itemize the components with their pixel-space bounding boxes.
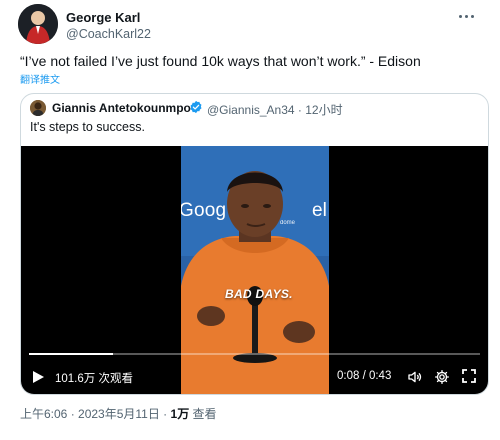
quoted-text: It's steps to success.: [30, 120, 145, 134]
progress-bar[interactable]: [29, 353, 480, 355]
tweet-timestamp[interactable]: 上午6:06 · 2023年5月11日 ·: [20, 407, 171, 421]
quoted-author-name[interactable]: Giannis Antetokounmpo: [52, 101, 191, 115]
view-stat-label: 查看: [189, 407, 217, 421]
author-name[interactable]: George Karl: [66, 10, 140, 25]
quoted-tweet-card[interactable]: Giannis Antetokounmpo @Giannis_An34 · 12…: [20, 93, 489, 395]
gear-icon[interactable]: [434, 369, 450, 385]
translate-link[interactable]: 翻译推文: [20, 71, 60, 86]
tweet-text: “I’ve not failed I’ve just found 10k way…: [20, 53, 421, 69]
volume-icon[interactable]: [407, 369, 423, 385]
author-handle[interactable]: @CoachKarl22: [66, 27, 151, 41]
verified-icon: [190, 100, 202, 114]
video-time: 0:08 / 0:43: [337, 370, 392, 382]
video-frame: Goog el dome BAD DAYS.: [181, 146, 329, 394]
progress-fill: [29, 353, 113, 355]
quoted-author-avatar[interactable]: [30, 100, 46, 116]
quoted-avatar-image: [30, 100, 46, 116]
video-caption: BAD DAYS.: [225, 287, 293, 301]
play-icon[interactable]: [31, 370, 45, 384]
tweet-meta: 上午6:06 · 2023年5月11日 · 1万 查看: [20, 405, 217, 422]
author-avatar[interactable]: [18, 4, 58, 44]
fullscreen-icon[interactable]: [462, 369, 476, 383]
more-icon[interactable]: [452, 6, 480, 26]
quoted-handle-time[interactable]: @Giannis_An34 · 12小时: [207, 101, 343, 118]
view-count: 101.6万 次观看: [55, 373, 133, 385]
view-stat-count: 1万: [170, 407, 190, 421]
person-figure: [181, 171, 329, 394]
avatar-image: [18, 4, 58, 44]
video-player[interactable]: Goog el dome BAD DAYS. 101.6万 次观看 0:08 /…: [21, 146, 488, 394]
